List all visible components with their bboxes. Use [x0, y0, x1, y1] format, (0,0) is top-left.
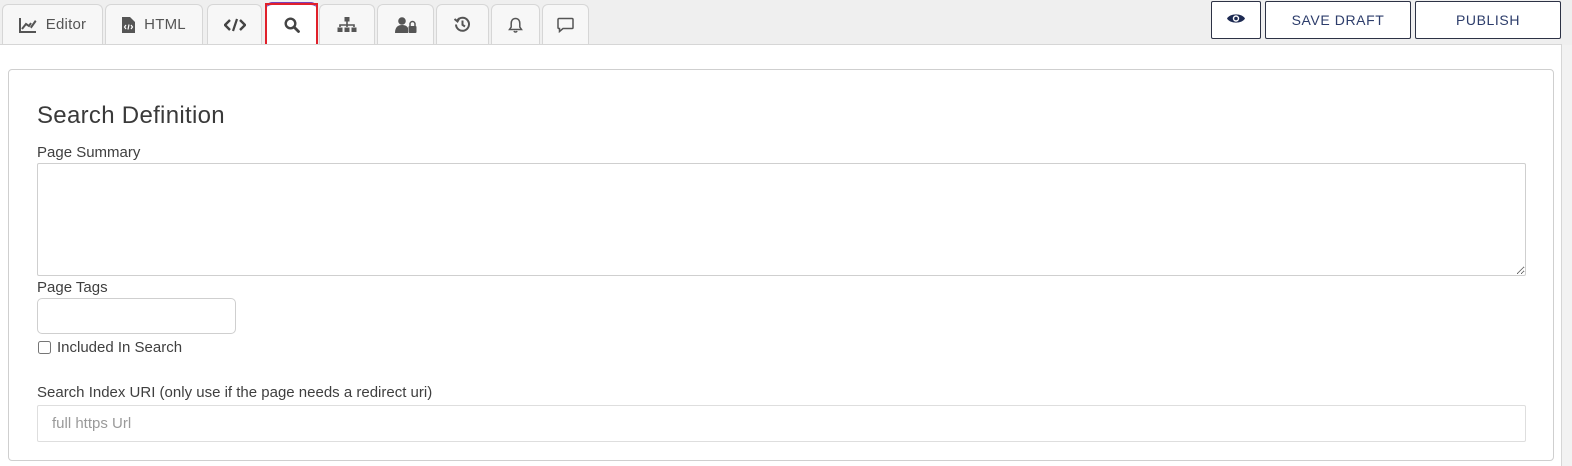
- page-summary-textarea[interactable]: [37, 163, 1526, 276]
- page-title: Search Definition: [37, 102, 225, 129]
- included-in-search-checkbox[interactable]: [38, 341, 51, 354]
- comment-icon: [557, 17, 574, 33]
- tab-html-label: HTML: [144, 16, 186, 33]
- tab-code[interactable]: [207, 4, 262, 44]
- page-tags-label: Page Tags: [37, 279, 108, 296]
- sitemap-icon: [337, 16, 357, 33]
- search-icon: [283, 16, 300, 33]
- tab-comments[interactable]: [542, 4, 589, 44]
- tab-search[interactable]: [266, 2, 317, 44]
- tab-notifications[interactable]: [491, 4, 540, 44]
- tab-permissions[interactable]: [377, 4, 434, 44]
- bell-icon: [508, 17, 523, 33]
- html-file-icon: [122, 16, 136, 33]
- save-draft-button[interactable]: SAVE DRAFT: [1265, 1, 1411, 39]
- page-summary-label: Page Summary: [37, 144, 141, 161]
- included-in-search-label: Included In Search: [57, 339, 183, 356]
- tab-history[interactable]: [436, 4, 489, 44]
- tab-editor-label: Editor: [45, 16, 87, 33]
- history-icon: [454, 16, 471, 33]
- search-index-uri-label: Search Index URI (only use if the page n…: [37, 384, 433, 401]
- code-icon: [223, 18, 246, 32]
- search-index-uri-input[interactable]: [37, 405, 1526, 442]
- tab-editor[interactable]: Editor: [2, 4, 103, 44]
- eye-icon: [1226, 12, 1246, 28]
- preview-button[interactable]: [1211, 1, 1261, 39]
- publish-button[interactable]: PUBLISH: [1415, 1, 1561, 39]
- editor-toolbar: Editor HTML SAVE DRAFT PUBLISH: [0, 0, 1572, 55]
- search-definition-card: Search Definition Page Summary Page Tags…: [8, 69, 1554, 461]
- included-in-search-row[interactable]: Included In Search: [38, 339, 182, 356]
- tab-sitemap[interactable]: [319, 4, 375, 44]
- tab-html[interactable]: HTML: [105, 4, 203, 44]
- content-panel: Search Definition Page Summary Page Tags…: [0, 44, 1562, 466]
- user-lock-icon: [394, 16, 417, 33]
- edit-chart-icon: [18, 17, 37, 33]
- page-tags-input[interactable]: [37, 298, 236, 334]
